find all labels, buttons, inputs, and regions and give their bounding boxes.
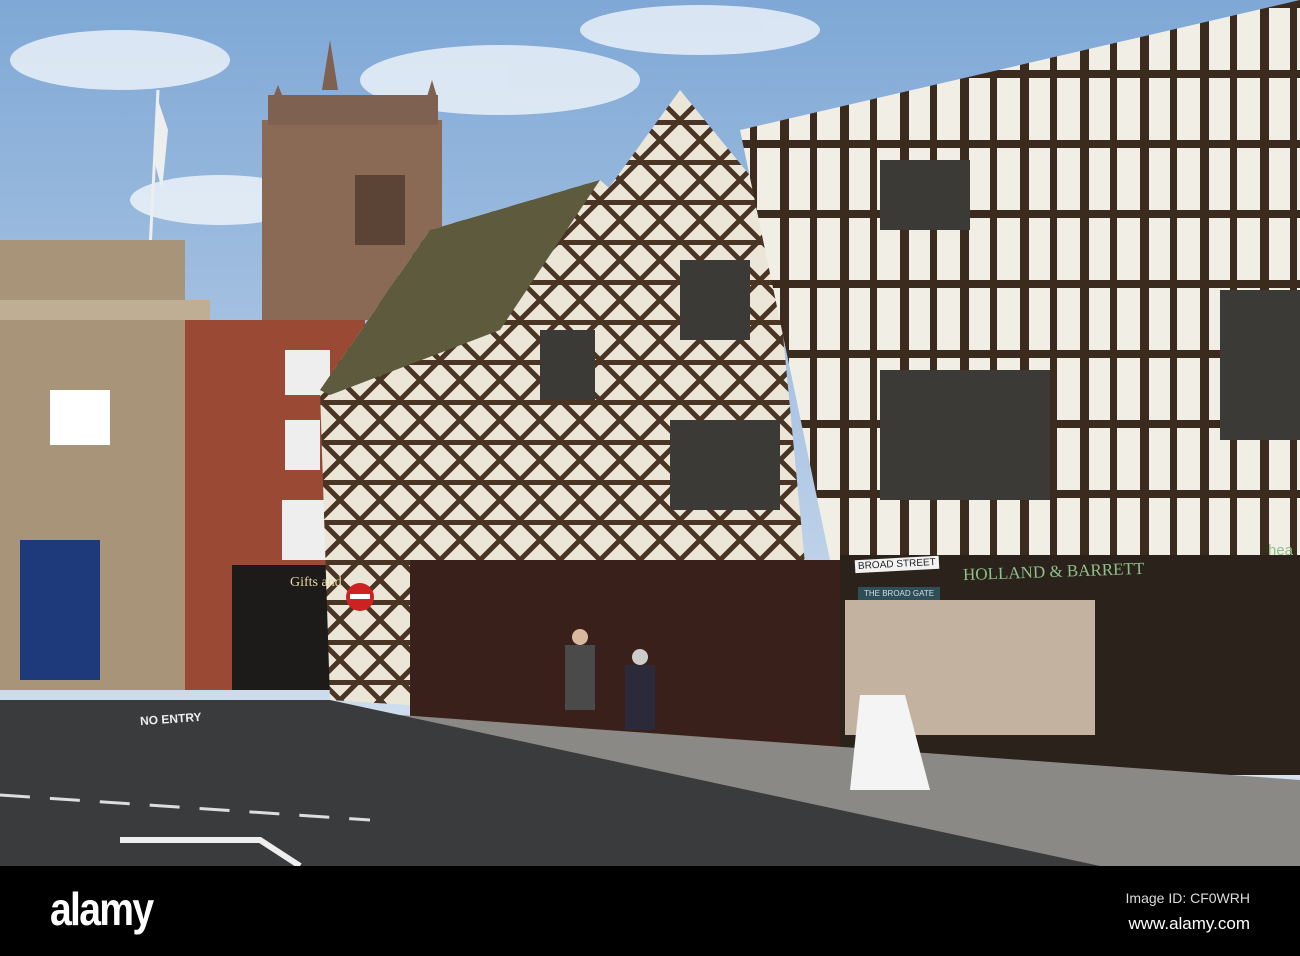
alamy-logo: alamy (50, 883, 154, 935)
partial-shop-sign: hea (1268, 542, 1294, 559)
photo-frame: Gifts and BROAD STREET THE BROAD GATE HO… (0, 0, 1300, 956)
watermark-bar: alamy Image ID: CF0WRH www.alamy.com (0, 866, 1300, 956)
street-photo (0, 0, 1300, 866)
image-id: Image ID: CF0WRH (1125, 890, 1250, 906)
gifts-shop-sign: Gifts and (290, 575, 342, 590)
broad-gate-sign: THE BROAD GATE (858, 587, 941, 600)
alamy-url: www.alamy.com (1128, 914, 1250, 933)
